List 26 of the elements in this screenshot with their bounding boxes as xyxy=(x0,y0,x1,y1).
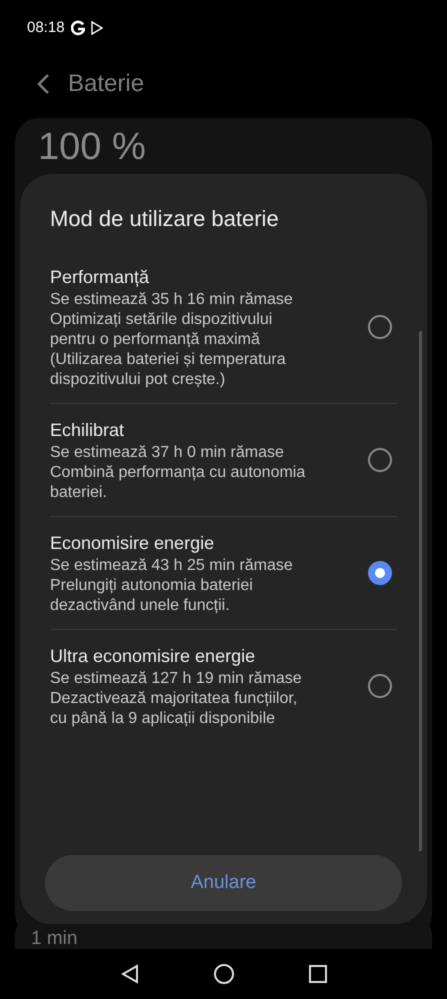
battery-percentage: 100 % xyxy=(38,128,147,166)
play-icon xyxy=(90,21,103,35)
recents-icon[interactable] xyxy=(308,965,326,983)
estimate-text: Se estimează 43 h 25 min rămase xyxy=(50,556,294,576)
option-title: Echilibrat xyxy=(50,419,126,442)
radio-button[interactable] xyxy=(368,674,392,698)
status-time: 08:18 xyxy=(27,18,65,38)
option-description: Dezactivează majoritatea funcțiilor, cu până la 9 aplicații disponibile xyxy=(50,689,298,729)
option-title: Economisire energie xyxy=(50,532,216,555)
option-description: Optimizați setările dispozitivului pentru o performanță maximă (Utilizarea bateriei și temperatura dispozitivului pot crește.) xyxy=(50,310,287,390)
dialog-title: Mod de utilizare baterie xyxy=(49,205,280,233)
home-icon[interactable] xyxy=(214,964,234,984)
g-letter-icon xyxy=(70,20,85,36)
option-title: Performanță xyxy=(50,266,150,289)
radio-button[interactable] xyxy=(368,448,392,472)
estimate-text: Se estimează 35 h 16 min rămase xyxy=(50,290,294,310)
option-description: Prelungiți autonomia bateriei dezactivând unele funcții. xyxy=(50,576,254,616)
radio-button[interactable] xyxy=(368,315,392,339)
radio-button[interactable] xyxy=(368,561,392,585)
cancel-button[interactable]: Anulare xyxy=(45,855,402,911)
option-title: Ultra economisire energie xyxy=(50,645,256,668)
time-text: 1 min xyxy=(31,928,78,949)
estimate-text: Se estimează 37 h 0 min rămase xyxy=(50,443,285,463)
option-description: Combină performanța cu autonomia bateriei. xyxy=(50,463,306,503)
estimate-text: Se estimează 127 h 19 min rămase xyxy=(50,669,303,689)
page-title: Baterie xyxy=(68,69,144,99)
